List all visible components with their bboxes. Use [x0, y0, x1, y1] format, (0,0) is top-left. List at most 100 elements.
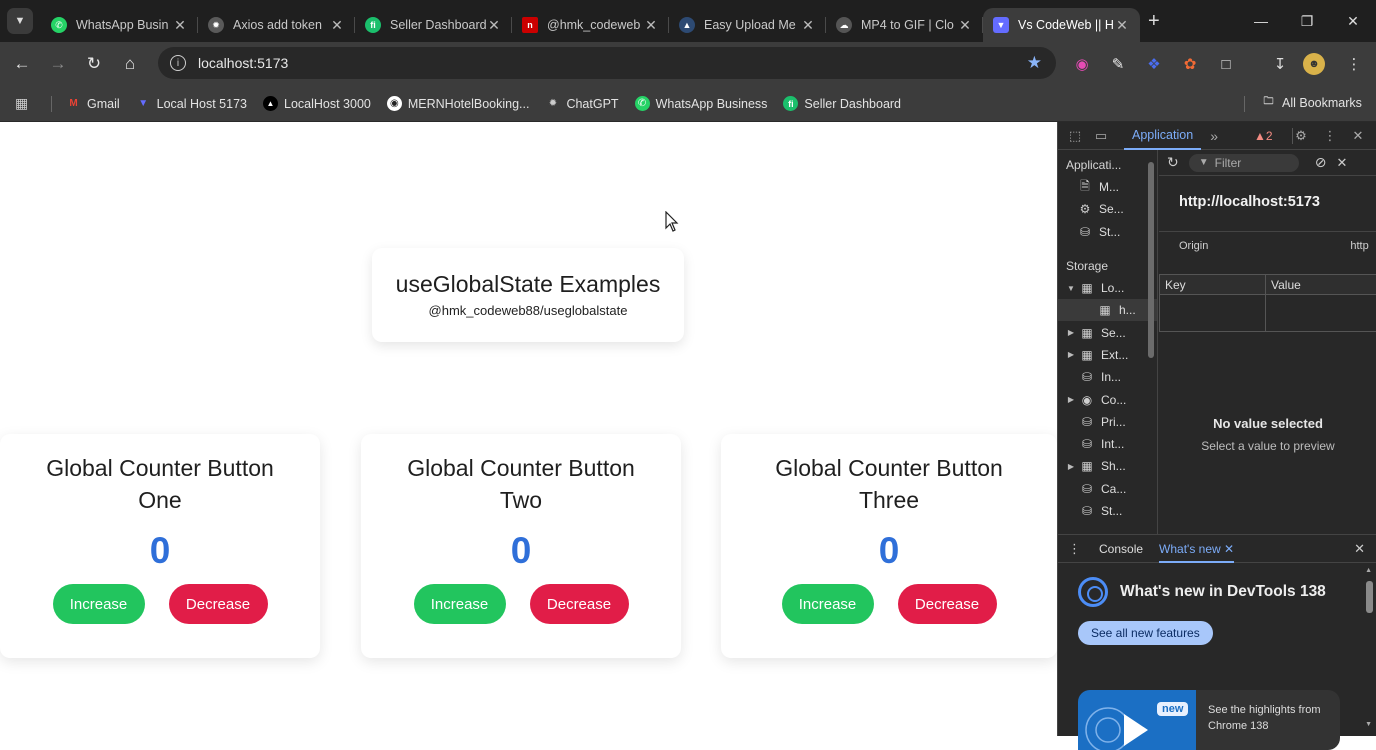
close-devtools-icon[interactable]: ✕ [1345, 128, 1371, 144]
bookmark-chatgpt[interactable]: ✹ ChatGPT [545, 96, 619, 111]
site-info-icon[interactable]: i [170, 55, 186, 71]
more-tabs-icon[interactable]: » [1201, 128, 1227, 144]
bookmark-mernhotelbooking[interactable]: ◉ MERNHotelBooking... [386, 96, 529, 111]
key-column-header[interactable]: Key [1160, 275, 1266, 294]
expanded-arrow-icon[interactable]: ▼ [1064, 284, 1078, 293]
increase-button[interactable]: Increase [781, 584, 874, 624]
bookmark-localhost-5173[interactable]: ▼ Local Host 5173 [136, 96, 247, 111]
window-controls: — ❐ ✕ [1238, 0, 1376, 42]
delete-selected-icon[interactable]: ✕ [1336, 155, 1347, 171]
see-all-features-button[interactable]: See all new features [1078, 621, 1213, 645]
browser-tab[interactable]: ✆ WhatsApp Busin ✕ [41, 8, 198, 42]
forward-arrow-icon[interactable]: → [40, 54, 76, 74]
collapsed-arrow-icon[interactable]: ▶ [1064, 328, 1078, 337]
collapsed-arrow-icon[interactable]: ▶ [1064, 350, 1078, 359]
sidebar-item-cookies[interactable]: ▶ ◉ Co... [1058, 388, 1157, 410]
tab-application[interactable]: Application [1124, 122, 1202, 150]
sidebar-item-session-storage[interactable]: ▶ ▦ Se... [1058, 321, 1157, 343]
decrease-button[interactable]: Decrease [168, 584, 268, 624]
bookmark-whatsapp-business[interactable]: ✆ WhatsApp Business [634, 96, 767, 111]
minimize-icon[interactable]: — [1238, 0, 1284, 42]
browser-tab[interactable]: n @hmk_codeweb ✕ [512, 8, 669, 42]
database-icon: ⛁ [1081, 414, 1093, 429]
bookmark-star-icon[interactable]: ★ [1027, 53, 1042, 73]
scroll-down-icon[interactable]: ▼ [1365, 721, 1372, 728]
close-icon[interactable]: ✕ [172, 17, 188, 34]
close-drawer-icon[interactable]: ✕ [1354, 541, 1365, 557]
menu-kebab-icon[interactable]: ⋮ [1341, 51, 1367, 77]
tab-search-button[interactable]: ▼ [7, 8, 33, 34]
browser-tab[interactable]: ☁ MP4 to GIF | Clo ✕ [826, 8, 983, 42]
tab-console[interactable]: Console [1099, 542, 1143, 556]
decrease-button[interactable]: Decrease [529, 584, 629, 624]
value-column-header[interactable]: Value [1266, 275, 1376, 294]
close-icon[interactable]: ✕ [1224, 542, 1234, 556]
sidebar-scrollbar[interactable] [1148, 162, 1154, 358]
extensions-puzzle-icon[interactable]: □ [1213, 51, 1239, 77]
sidebar-item-local-storage[interactable]: ▼ ▦ Lo... [1058, 277, 1157, 299]
device-toolbar-icon[interactable]: ▭ [1088, 128, 1114, 144]
bookmark-seller-dashboard[interactable]: fi Seller Dashboard [783, 96, 901, 111]
all-bookmarks-button[interactable]: 🗀 All Bookmarks [1261, 95, 1362, 110]
increase-button[interactable]: Increase [413, 584, 506, 624]
sidebar-item-private-state-tokens[interactable]: ⛁ Pri... [1058, 411, 1157, 433]
collapsed-arrow-icon[interactable]: ▶ [1064, 462, 1078, 471]
decrease-button[interactable]: Decrease [897, 584, 997, 624]
drawer-menu-icon[interactable]: ⋮ [1068, 541, 1081, 557]
color-wheel-extension-icon[interactable]: ◉ [1069, 51, 1095, 77]
whats-new-content: What's new in DevTools 138 See all new f… [1058, 563, 1376, 659]
drawer-scrollbar[interactable] [1366, 581, 1373, 613]
restore-icon[interactable]: ❐ [1284, 0, 1330, 42]
bookmark-localhost-3000[interactable]: ▲ LocalHost 3000 [263, 96, 371, 111]
inspect-element-icon[interactable]: ⬚ [1062, 128, 1088, 144]
puzzle-blue-extension-icon[interactable]: ❖ [1141, 51, 1167, 77]
web-page: useGlobalState Examples @hmk_codeweb88/u… [0, 122, 1057, 736]
sidebar-item-interest-groups[interactable]: ⛁ Int... [1058, 433, 1157, 455]
sidebar-item-shared-storage[interactable]: ▶ ▦ Sh... [1058, 455, 1157, 477]
close-icon[interactable]: ✕ [643, 17, 659, 34]
sidebar-item-indexeddb[interactable]: ⛁ In... [1058, 366, 1157, 388]
clear-all-icon[interactable]: ⊘ [1315, 154, 1327, 171]
settings-gear-icon[interactable]: ⚙ [1288, 128, 1314, 144]
address-bar[interactable]: i localhost:5173 ★ [158, 47, 1056, 79]
home-icon[interactable]: ⌂ [112, 54, 148, 74]
tab-whats-new[interactable]: What's new ✕ [1159, 535, 1235, 563]
browser-tab[interactable]: fi Seller Dashboard ✕ [355, 8, 512, 42]
sidebar-item-service-workers[interactable]: ⚙ Se... [1058, 198, 1157, 220]
collapsed-arrow-icon[interactable]: ▶ [1064, 395, 1078, 404]
highlights-card[interactable]: new See the highlights from Chrome 138 [1078, 690, 1340, 750]
browser-tab-active[interactable]: ▼ Vs CodeWeb || H ✕ [983, 8, 1140, 42]
close-window-icon[interactable]: ✕ [1330, 0, 1376, 42]
issues-badge[interactable]: ▲2 [1254, 129, 1273, 143]
reload-icon[interactable]: ↻ [76, 54, 112, 74]
filter-input[interactable]: ▼ Filter [1188, 153, 1299, 172]
increase-button[interactable]: Increase [52, 584, 145, 624]
profile-avatar[interactable]: ☻ [1303, 53, 1325, 75]
close-icon[interactable]: ✕ [486, 17, 502, 34]
bookmark-gmail[interactable]: M Gmail [66, 96, 119, 111]
sidebar-item-local-origin[interactable]: ▦ h... [1058, 299, 1157, 322]
eyedropper-extension-icon[interactable]: ✎ [1105, 51, 1131, 77]
scroll-up-icon[interactable]: ▲ [1365, 567, 1372, 574]
refresh-icon[interactable]: ↻ [1167, 154, 1179, 171]
new-tab-button[interactable]: + [1148, 10, 1160, 33]
apps-grid-icon[interactable]: ▦ [15, 95, 41, 112]
browser-tab[interactable]: ✹ Axios add token ✕ [198, 8, 355, 42]
whatsapp-icon: ✆ [634, 96, 650, 111]
sidebar-item-manifest[interactable]: 🗎 M... [1058, 176, 1157, 198]
sidebar-item-storage[interactable]: ⛁ St... [1058, 221, 1157, 243]
rocket-extension-icon[interactable]: ✿ [1177, 51, 1203, 77]
close-icon[interactable]: ✕ [1114, 17, 1130, 34]
browser-tab[interactable]: ▲ Easy Upload Me ✕ [669, 8, 826, 42]
close-icon[interactable]: ✕ [800, 17, 816, 34]
devtools-menu-icon[interactable]: ⋮ [1317, 128, 1343, 144]
download-icon[interactable]: ↧ [1267, 51, 1293, 77]
close-icon[interactable]: ✕ [957, 17, 973, 34]
close-icon[interactable]: ✕ [329, 17, 345, 34]
sidebar-item-cache-storage[interactable]: ⛁ Ca... [1058, 478, 1157, 500]
sidebar-item-extension-storage[interactable]: ▶ ▦ Ext... [1058, 344, 1157, 366]
counter-value: 0 [878, 530, 900, 571]
table-row[interactable] [1160, 295, 1376, 331]
sidebar-item-storage-buckets[interactable]: ⛁ St... [1058, 500, 1157, 522]
back-arrow-icon[interactable]: ← [4, 54, 40, 74]
